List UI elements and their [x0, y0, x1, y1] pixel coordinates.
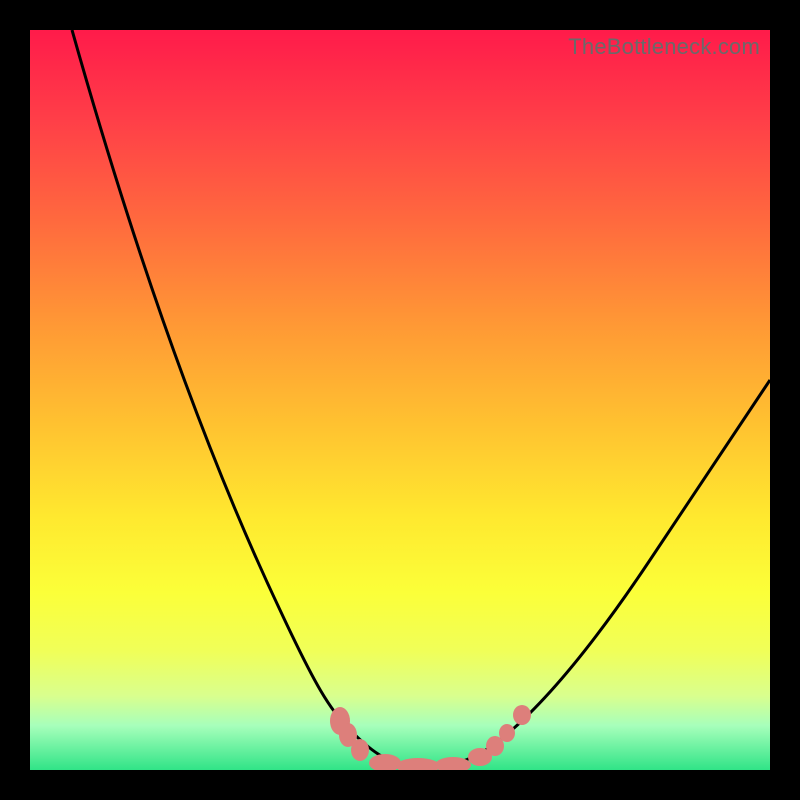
- blob-floor-2: [396, 758, 440, 770]
- blob-right-3: [499, 724, 515, 742]
- blob-floor-1: [369, 754, 401, 770]
- blob-right-4: [513, 705, 531, 725]
- bottleneck-curve: [30, 30, 770, 770]
- plot-area: TheBottleneck.com: [30, 30, 770, 770]
- chart-frame: TheBottleneck.com: [0, 0, 800, 800]
- blob-left-3: [351, 739, 369, 761]
- curve-path: [72, 30, 770, 767]
- blob-group: [330, 705, 531, 770]
